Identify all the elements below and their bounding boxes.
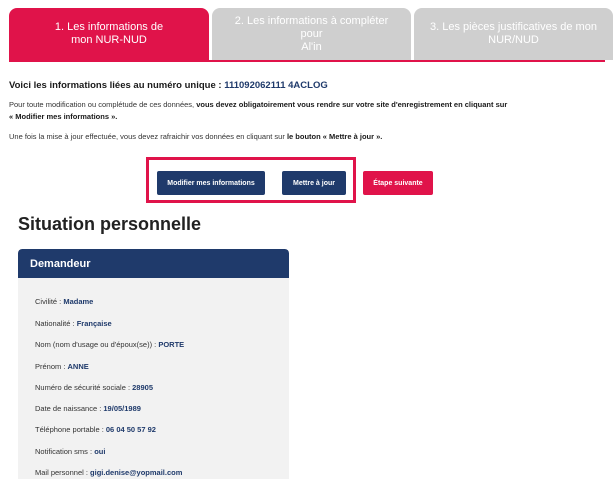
tab-step-3-label: 3. Les pièces justificatives de mon NUR/N…: [430, 21, 597, 46]
unique-number-prefix: Voici les informations liées au numéro u…: [9, 80, 225, 91]
update-instructions-text: Une fois la mise à jour effectuée, vous …: [9, 132, 287, 141]
modify-info-button[interactable]: Modifier mes informations: [157, 171, 265, 195]
unique-number: 111092062111 4ACLOG: [224, 80, 328, 91]
update-button[interactable]: Mettre à jour: [282, 171, 346, 195]
section-title: Situation personnelle: [18, 214, 202, 234]
tab-step-2-label: 2. Les informations à compléter pour Al'i…: [234, 14, 389, 53]
modify-instructions-bold: vous devez obligatoirement vous rendre s…: [196, 100, 508, 109]
field-sms: Notification sms : oui: [35, 447, 106, 456]
unique-number-line: Voici les informations liées au numéro u…: [9, 80, 328, 91]
tab-step-2[interactable]: 2. Les informations à compléter pour Al'i…: [212, 8, 411, 60]
field-nom: Nom (nom d'usage ou d'époux(se)) : PORTE: [35, 340, 185, 349]
field-civilite: Civilité : Madame: [35, 297, 94, 306]
tab-step-1[interactable]: 1. Les informations de mon NUR-NUD: [9, 8, 209, 60]
modify-instructions-text: Pour toute modification ou complétude de…: [9, 100, 197, 109]
field-prenom: Prénom : ANNE: [35, 362, 89, 371]
modify-instructions-bold-2: « Modifier mes informations ».: [9, 112, 118, 121]
tab-step-3[interactable]: 3. Les pièces justificatives de mon NUR/N…: [414, 8, 613, 60]
next-step-button[interactable]: Étape suivante: [363, 171, 433, 195]
field-telephone: Téléphone portable : 06 04 50 57 92: [35, 425, 156, 434]
field-secu: Numéro de sécurité sociale : 28905: [35, 383, 153, 392]
applicant-card-header: Demandeur: [18, 249, 289, 278]
update-instructions: Une fois la mise à jour effectuée, vous …: [9, 132, 599, 141]
update-instructions-bold: le bouton « Mettre à jour ».: [286, 132, 383, 141]
step-tabs: 1. Les informations de mon NUR-NUD 2. Les…: [9, 8, 615, 60]
modify-instructions: Pour toute modification ou complétude de…: [9, 99, 599, 123]
applicant-card: Demandeur Civilité : Madame Nationalité …: [18, 249, 289, 479]
field-mail: Mail personnel : gigi.denise@yopmail.com: [35, 468, 183, 477]
tab-underline: [9, 60, 605, 62]
tab-step-1-label: 1. Les informations de mon NUR-NUD: [54, 21, 164, 46]
field-naissance: Date de naissance : 19/05/1989: [35, 404, 141, 413]
field-nationalite: Nationalité : Française: [35, 319, 112, 328]
